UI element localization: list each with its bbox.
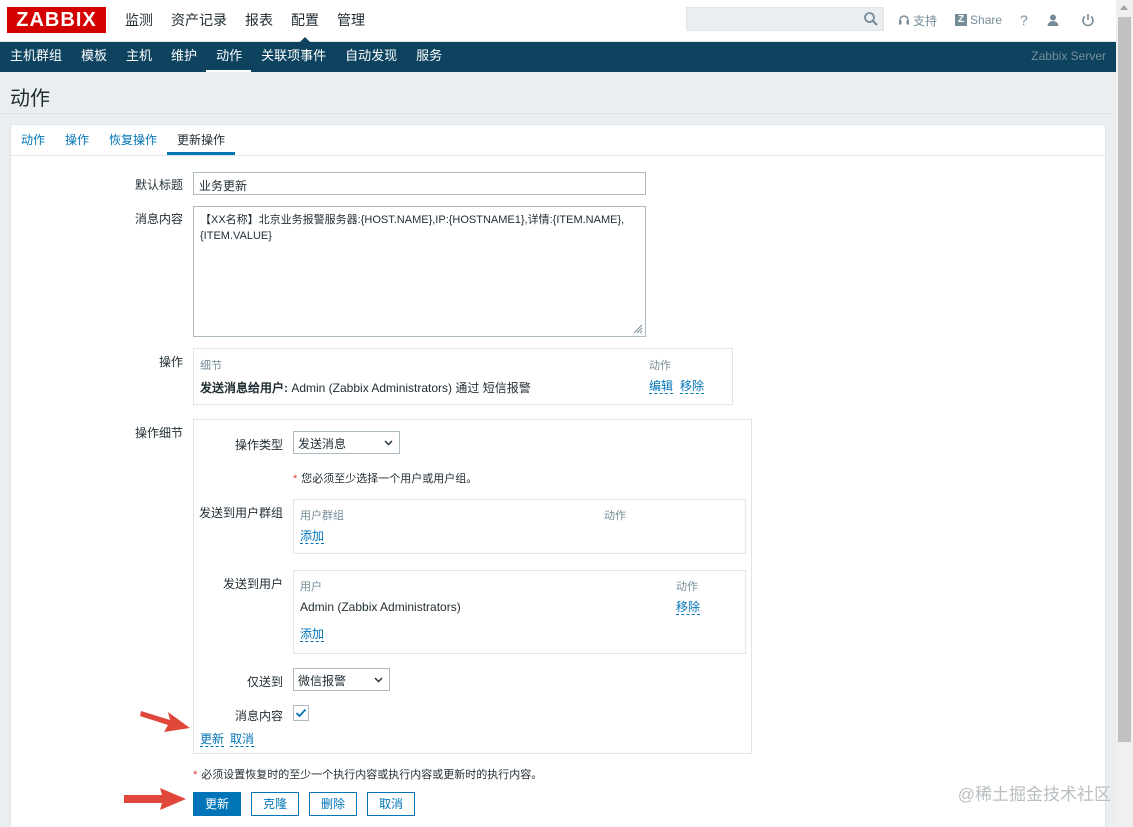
msg-content-checkbox[interactable]: [293, 705, 309, 721]
annotation-arrow-icon: [124, 788, 186, 810]
main-nav-monitoring[interactable]: 监测: [116, 0, 162, 42]
send-only-value: 微信报警: [298, 674, 347, 688]
op-type-select[interactable]: 发送消息: [293, 431, 400, 454]
signout-link[interactable]: [1081, 13, 1098, 27]
col-action-header: 动作: [649, 360, 671, 372]
send-groups-label: 发送到用户群组: [198, 506, 283, 520]
send-only-label: 仅送到: [246, 675, 283, 689]
main-nav-configuration[interactable]: 配置: [282, 0, 328, 44]
search-input[interactable]: [686, 7, 884, 31]
sub-nav-templates[interactable]: 模板: [71, 42, 116, 72]
user-groups-table: 用户群组 动作 添加: [293, 499, 746, 554]
help-link[interactable]: ?: [1020, 12, 1028, 28]
page-title: 动作: [10, 88, 50, 110]
form-tabs: 动作 操作 恢复操作 更新操作: [11, 125, 1105, 156]
send-users-label: 发送到用户: [222, 577, 283, 591]
tab-operations[interactable]: 操作: [55, 125, 99, 155]
delete-button[interactable]: 删除: [309, 792, 357, 816]
support-label: 支持: [913, 13, 938, 28]
sub-nav-hosts[interactable]: 主机: [116, 42, 161, 72]
annotation-arrow-icon: [140, 711, 190, 732]
add-user-group-link[interactable]: 添加: [300, 529, 325, 544]
sub-nav-host-groups[interactable]: 主机群组: [0, 42, 71, 72]
tab-recovery-operations[interactable]: 恢复操作: [99, 125, 167, 155]
users-table: 用户 动作 Admin (Zabbix Administrators) 移除 添…: [293, 570, 746, 654]
support-link[interactable]: 支持: [898, 12, 937, 29]
col-group-action-header: 动作: [604, 510, 626, 522]
op-type-value: 发送消息: [298, 437, 347, 451]
add-user-link[interactable]: 添加: [300, 627, 325, 642]
operation-row-title: 发送消息给用户:: [200, 381, 288, 395]
share-label: Share: [970, 13, 1003, 27]
sub-nav: 主机群组 模板 主机 维护 动作 关联项事件 自动发现 服务 Zabbix Se…: [0, 42, 1116, 72]
required-star-icon: *: [193, 769, 198, 781]
sub-nav-discovery[interactable]: 自动发现: [335, 42, 406, 72]
edit-operation-link[interactable]: 编辑: [649, 379, 674, 394]
power-icon: [1082, 14, 1094, 27]
top-links: 支持 Z Share ?: [898, 0, 1116, 40]
page-scrollbar[interactable]: [1116, 0, 1133, 827]
sub-nav-services[interactable]: 服务: [406, 42, 451, 72]
op-details-label: 操作细节: [134, 426, 183, 440]
help-icon: ?: [1020, 12, 1028, 28]
main-nav-administration[interactable]: 管理: [328, 0, 374, 42]
chevron-down-icon: [374, 677, 383, 683]
top-bar: ZABBIX 监测 资产记录 报表 配置 管理 支持 Z Share ?: [0, 0, 1116, 44]
inline-update-link[interactable]: 更新: [200, 732, 225, 747]
default-subject-label: 默认标题: [134, 178, 183, 192]
zabbix-share-icon: Z: [955, 14, 968, 26]
operation-row-text: Admin (Zabbix Administrators) 通过 短信报警: [288, 381, 531, 395]
sub-nav-maintenance[interactable]: 维护: [161, 42, 206, 72]
clone-button[interactable]: 克隆: [251, 792, 299, 816]
resize-grip-icon[interactable]: [633, 324, 643, 334]
main-nav-inventory[interactable]: 资产记录: [162, 0, 236, 42]
op-details-box: 操作类型 发送消息 * 您必须至少选择一个用户或用户组。 发送到用户群组 用户群组…: [193, 419, 752, 754]
user-row-name: Admin (Zabbix Administrators): [300, 600, 461, 614]
zabbix-logo[interactable]: ZABBIX: [7, 7, 106, 33]
col-user-action-header: 动作: [676, 581, 698, 593]
divider: [0, 113, 1116, 114]
operation-row: 发送消息给用户: Admin (Zabbix Administrators) 通…: [200, 379, 531, 396]
op-type-hint-text: 您必须至少选择一个用户或用户组。: [301, 473, 478, 485]
sub-nav-actions[interactable]: 动作: [206, 42, 252, 72]
col-detail-header: 细节: [200, 360, 222, 372]
remove-user-link[interactable]: 移除: [676, 600, 701, 615]
footer-hint: * 必须设置恢复时的至少一个执行内容或执行内容或更新时的执行内容。: [193, 766, 542, 782]
col-user-group-header: 用户群组: [300, 510, 344, 522]
share-link[interactable]: Z Share: [955, 13, 1002, 27]
col-user-header: 用户: [300, 581, 322, 593]
search-icon[interactable]: [863, 11, 879, 27]
sub-nav-event-correlation[interactable]: 关联项事件: [251, 42, 335, 72]
inline-cancel-link[interactable]: 取消: [230, 732, 255, 747]
message-text: 【XX名称】北京业务报警服务器:{HOST.NAME},IP:{HOSTNAME…: [200, 214, 625, 242]
user-profile-link[interactable]: [1046, 13, 1063, 27]
message-textarea[interactable]: 【XX名称】北京业务报警服务器:{HOST.NAME},IP:{HOSTNAME…: [193, 206, 646, 337]
headset-icon: [899, 15, 909, 25]
main-nav-reports[interactable]: 报表: [236, 0, 282, 42]
user-icon: [1047, 14, 1059, 26]
scroll-up-arrow-icon[interactable]: [1120, 5, 1128, 10]
send-only-select[interactable]: 微信报警: [293, 668, 390, 691]
op-type-hint: * 您必须至少选择一个用户或用户组。: [293, 470, 477, 486]
watermark: @稀土掘金技术社区: [957, 785, 1111, 804]
message-label: 消息内容: [134, 212, 183, 226]
checkmark-icon: [295, 708, 307, 718]
op-type-label: 操作类型: [234, 438, 283, 452]
tab-action[interactable]: 动作: [11, 125, 55, 155]
server-name: Zabbix Server: [1031, 49, 1106, 63]
footer-hint-text: 必须设置恢复时的至少一个执行内容或执行内容或更新时的执行内容。: [201, 769, 543, 781]
msg-content-label: 消息内容: [234, 709, 283, 723]
main-nav: 监测 资产记录 报表 配置 管理: [116, 0, 374, 44]
default-subject-input[interactable]: 业务更新: [193, 172, 646, 195]
tab-update-operations[interactable]: 更新操作: [167, 125, 236, 155]
operations-table: 细节 动作 发送消息给用户: Admin (Zabbix Administrat…: [193, 348, 733, 405]
required-star-icon: *: [293, 473, 298, 485]
scrollbar-thumb[interactable]: [1118, 17, 1131, 742]
remove-operation-link[interactable]: 移除: [680, 379, 705, 394]
chevron-down-icon: [384, 440, 393, 446]
operations-label: 操作: [158, 355, 183, 369]
update-button[interactable]: 更新: [193, 792, 241, 816]
cancel-button[interactable]: 取消: [367, 792, 415, 816]
